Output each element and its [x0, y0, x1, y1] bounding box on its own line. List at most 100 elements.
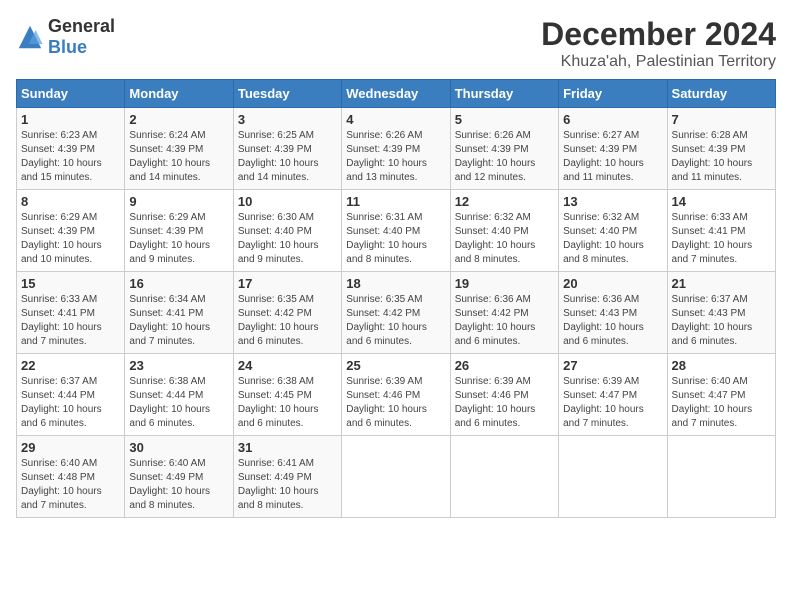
day-cell: 5Sunrise: 6:26 AM Sunset: 4:39 PM Daylig…: [450, 108, 558, 190]
day-number: 2: [129, 112, 228, 127]
logo: General Blue: [16, 16, 115, 58]
day-number: 30: [129, 440, 228, 455]
week-row-1: 1 Sunrise: 6:23 AM Sunset: 4:39 PM Daylig…: [17, 108, 776, 190]
day-info: Sunrise: 6:32 AM Sunset: 4:40 PM Dayligh…: [455, 211, 554, 267]
day-number: 6: [563, 112, 662, 127]
column-header-saturday: Saturday: [667, 80, 775, 108]
day-number: 27: [563, 358, 662, 373]
week-row-5: 29 Sunrise: 6:40 AM Sunset: 4:48 PM Dayli…: [17, 436, 776, 518]
day-cell: 1 Sunrise: 6:23 AM Sunset: 4:39 PM Daylig…: [17, 108, 125, 190]
day-info: Sunrise: 6:29 AM Sunset: 4:39 PM Dayligh…: [21, 211, 120, 267]
main-title: December 2024: [541, 16, 776, 53]
day-number: 3: [238, 112, 337, 127]
day-number: 29: [21, 440, 120, 455]
day-cell: 13Sunrise: 6:32 AM Sunset: 4:40 PM Dayli…: [559, 190, 667, 272]
day-number: 31: [238, 440, 337, 455]
day-info: Sunrise: 6:30 AM Sunset: 4:40 PM Dayligh…: [238, 211, 337, 267]
day-number: 1: [21, 112, 120, 127]
day-cell: 27 Sunrise: 6:39 AM Sunset: 4:47 PM Dayli…: [559, 354, 667, 436]
day-info: Sunrise: 6:26 AM Sunset: 4:39 PM Dayligh…: [346, 129, 445, 185]
day-number: 8: [21, 194, 120, 209]
day-number: 7: [672, 112, 771, 127]
day-number: 25: [346, 358, 445, 373]
day-info: Sunrise: 6:25 AM Sunset: 4:39 PM Dayligh…: [238, 129, 337, 185]
day-info: Sunrise: 6:41 AM Sunset: 4:49 PM Dayligh…: [238, 457, 337, 513]
day-info: Sunrise: 6:33 AM Sunset: 4:41 PM Dayligh…: [672, 211, 771, 267]
day-info: Sunrise: 6:31 AM Sunset: 4:40 PM Dayligh…: [346, 211, 445, 267]
day-cell: 17 Sunrise: 6:35 AM Sunset: 4:42 PM Dayli…: [233, 272, 341, 354]
header: General Blue December 2024 Khuza'ah, Pal…: [16, 16, 776, 71]
logo-blue: Blue: [48, 37, 87, 57]
day-number: 24: [238, 358, 337, 373]
day-info: Sunrise: 6:35 AM Sunset: 4:42 PM Dayligh…: [238, 293, 337, 349]
day-cell: 11 Sunrise: 6:31 AM Sunset: 4:40 PM Dayli…: [342, 190, 450, 272]
day-number: 20: [563, 276, 662, 291]
day-number: 18: [346, 276, 445, 291]
day-number: 17: [238, 276, 337, 291]
day-cell: 12 Sunrise: 6:32 AM Sunset: 4:40 PM Dayli…: [450, 190, 558, 272]
day-cell: 31 Sunrise: 6:41 AM Sunset: 4:49 PM Dayli…: [233, 436, 341, 518]
day-number: 9: [129, 194, 228, 209]
day-info: Sunrise: 6:29 AM Sunset: 4:39 PM Dayligh…: [129, 211, 228, 267]
day-info: Sunrise: 6:38 AM Sunset: 4:45 PM Dayligh…: [238, 375, 337, 431]
day-cell: 24 Sunrise: 6:38 AM Sunset: 4:45 PM Dayli…: [233, 354, 341, 436]
day-cell: 2 Sunrise: 6:24 AM Sunset: 4:39 PM Daylig…: [125, 108, 233, 190]
day-info: Sunrise: 6:23 AM Sunset: 4:39 PM Dayligh…: [21, 129, 120, 185]
calendar-table: SundayMondayTuesdayWednesdayThursdayFrid…: [16, 79, 776, 518]
column-header-sunday: Sunday: [17, 80, 125, 108]
day-number: 21: [672, 276, 771, 291]
subtitle: Khuza'ah, Palestinian Territory: [541, 53, 776, 71]
day-number: 12: [455, 194, 554, 209]
day-info: Sunrise: 6:37 AM Sunset: 4:43 PM Dayligh…: [672, 293, 771, 349]
day-number: 5: [455, 112, 554, 127]
day-cell: [667, 436, 775, 518]
header-row: SundayMondayTuesdayWednesdayThursdayFrid…: [17, 80, 776, 108]
day-cell: 21 Sunrise: 6:37 AM Sunset: 4:43 PM Dayli…: [667, 272, 775, 354]
day-cell: [559, 436, 667, 518]
day-info: Sunrise: 6:39 AM Sunset: 4:46 PM Dayligh…: [346, 375, 445, 431]
day-number: 19: [455, 276, 554, 291]
column-header-thursday: Thursday: [450, 80, 558, 108]
week-row-2: 8 Sunrise: 6:29 AM Sunset: 4:39 PM Daylig…: [17, 190, 776, 272]
day-cell: 26Sunrise: 6:39 AM Sunset: 4:46 PM Dayli…: [450, 354, 558, 436]
day-number: 15: [21, 276, 120, 291]
day-number: 11: [346, 194, 445, 209]
day-cell: 25 Sunrise: 6:39 AM Sunset: 4:46 PM Dayli…: [342, 354, 450, 436]
column-header-friday: Friday: [559, 80, 667, 108]
day-number: 23: [129, 358, 228, 373]
day-cell: [342, 436, 450, 518]
day-cell: 22 Sunrise: 6:37 AM Sunset: 4:44 PM Dayli…: [17, 354, 125, 436]
day-cell: 20 Sunrise: 6:36 AM Sunset: 4:43 PM Dayli…: [559, 272, 667, 354]
day-cell: 10Sunrise: 6:30 AM Sunset: 4:40 PM Dayli…: [233, 190, 341, 272]
day-cell: 4Sunrise: 6:26 AM Sunset: 4:39 PM Daylig…: [342, 108, 450, 190]
week-row-3: 15 Sunrise: 6:33 AM Sunset: 4:41 PM Dayli…: [17, 272, 776, 354]
column-header-wednesday: Wednesday: [342, 80, 450, 108]
day-info: Sunrise: 6:40 AM Sunset: 4:47 PM Dayligh…: [672, 375, 771, 431]
day-info: Sunrise: 6:39 AM Sunset: 4:47 PM Dayligh…: [563, 375, 662, 431]
day-number: 26: [455, 358, 554, 373]
day-info: Sunrise: 6:37 AM Sunset: 4:44 PM Dayligh…: [21, 375, 120, 431]
logo-icon: [16, 23, 44, 51]
day-cell: 30Sunrise: 6:40 AM Sunset: 4:49 PM Dayli…: [125, 436, 233, 518]
day-number: 22: [21, 358, 120, 373]
day-number: 14: [672, 194, 771, 209]
day-info: Sunrise: 6:36 AM Sunset: 4:42 PM Dayligh…: [455, 293, 554, 349]
day-info: Sunrise: 6:35 AM Sunset: 4:42 PM Dayligh…: [346, 293, 445, 349]
day-cell: [450, 436, 558, 518]
day-cell: 23 Sunrise: 6:38 AM Sunset: 4:44 PM Dayli…: [125, 354, 233, 436]
day-number: 28: [672, 358, 771, 373]
week-row-4: 22 Sunrise: 6:37 AM Sunset: 4:44 PM Dayli…: [17, 354, 776, 436]
day-info: Sunrise: 6:28 AM Sunset: 4:39 PM Dayligh…: [672, 129, 771, 185]
day-info: Sunrise: 6:24 AM Sunset: 4:39 PM Dayligh…: [129, 129, 228, 185]
day-info: Sunrise: 6:40 AM Sunset: 4:48 PM Dayligh…: [21, 457, 120, 513]
day-cell: 16Sunrise: 6:34 AM Sunset: 4:41 PM Dayli…: [125, 272, 233, 354]
day-cell: 6Sunrise: 6:27 AM Sunset: 4:39 PM Daylig…: [559, 108, 667, 190]
column-header-monday: Monday: [125, 80, 233, 108]
day-info: Sunrise: 6:33 AM Sunset: 4:41 PM Dayligh…: [21, 293, 120, 349]
title-area: December 2024 Khuza'ah, Palestinian Terr…: [541, 16, 776, 71]
day-info: Sunrise: 6:36 AM Sunset: 4:43 PM Dayligh…: [563, 293, 662, 349]
day-info: Sunrise: 6:38 AM Sunset: 4:44 PM Dayligh…: [129, 375, 228, 431]
day-number: 13: [563, 194, 662, 209]
day-cell: 28 Sunrise: 6:40 AM Sunset: 4:47 PM Dayli…: [667, 354, 775, 436]
column-header-tuesday: Tuesday: [233, 80, 341, 108]
